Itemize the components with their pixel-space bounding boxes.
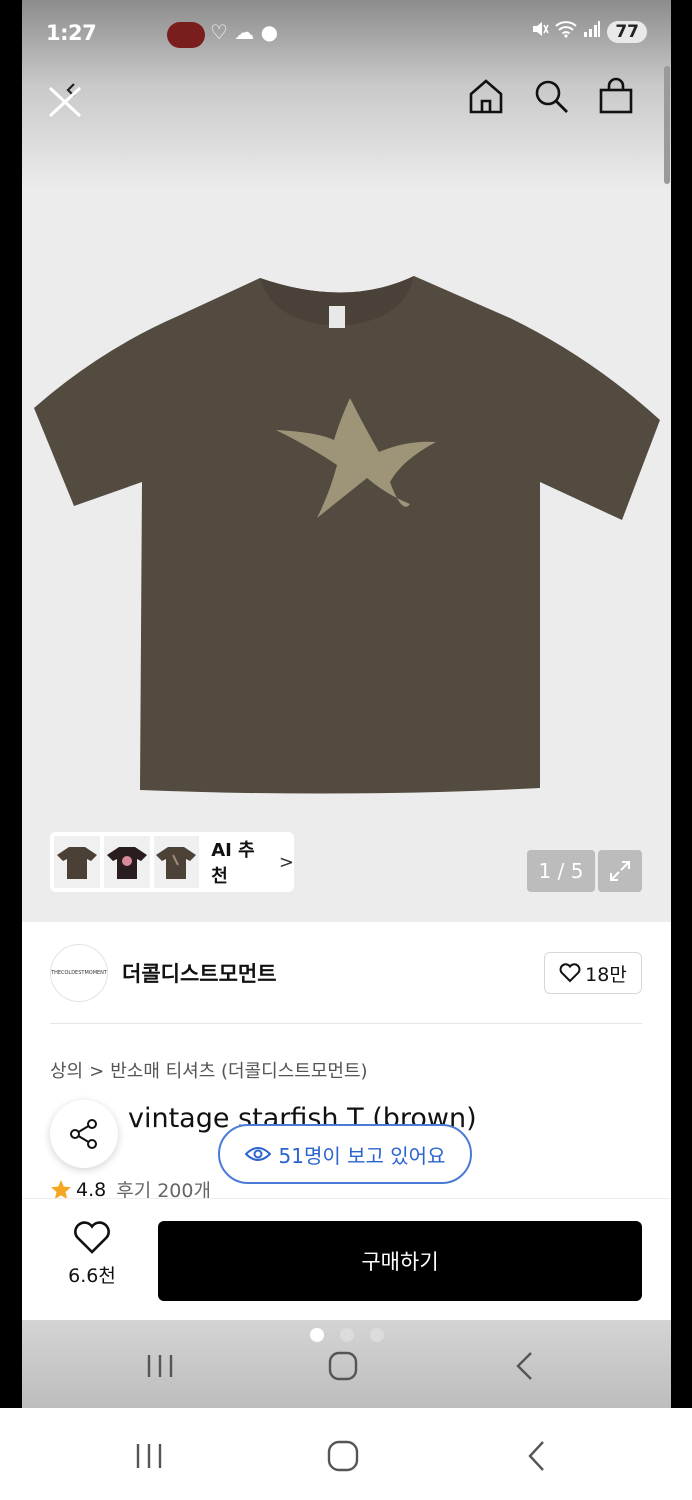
follow-count: 18만 — [585, 963, 627, 986]
cart-button[interactable] — [594, 74, 638, 118]
chevron-right-icon: > — [278, 851, 295, 873]
brand-name[interactable]: 더콜디스트모먼트 — [122, 958, 277, 988]
like-button[interactable]: 6.6천 — [52, 1221, 132, 1288]
app-screen: 1:27 ♡ ☁ ● 77 AI 추천 > 1 / 5 THECOLDESTMO… — [22, 0, 671, 1408]
expand-button[interactable] — [598, 850, 642, 892]
wifi-icon — [555, 20, 577, 43]
breadcrumb-item[interactable]: 반소매 티셔츠 (더콜디스트모먼트) — [110, 1061, 367, 1082]
inner-navigation-bar — [22, 1320, 671, 1408]
page-indicator — [22, 1328, 671, 1342]
battery-badge: 77 — [607, 20, 647, 43]
page-dot — [309, 1328, 324, 1342]
viewers-text: 51명이 보고 있어요 — [278, 1143, 446, 1168]
home-nav-button[interactable] — [318, 1348, 368, 1384]
like-count: 6.6천 — [68, 1265, 116, 1287]
back-nav-button[interactable] — [500, 1348, 550, 1384]
recommend-thumb-3[interactable] — [153, 836, 200, 888]
breadcrumb-separator: > — [89, 1061, 105, 1082]
system-navigation-bar — [0, 1408, 692, 1500]
heart-icon — [559, 963, 581, 983]
ai-recommend-strip[interactable]: AI 추천 > — [50, 832, 294, 892]
mute-icon — [531, 20, 550, 43]
eye-icon — [244, 1147, 271, 1161]
bag-icon — [599, 77, 633, 114]
status-right: 77 — [531, 20, 647, 43]
recommend-thumb-2[interactable] — [103, 836, 150, 888]
buy-button[interactable]: 구매하기 — [158, 1221, 642, 1301]
breadcrumb-item[interactable]: 상의 — [50, 1061, 83, 1082]
home-button[interactable] — [464, 74, 508, 118]
home-circle-icon — [327, 1440, 359, 1472]
recommend-thumb-1[interactable] — [54, 836, 100, 888]
search-icon — [535, 80, 568, 113]
scrollbar[interactable] — [664, 66, 670, 184]
recent-apps-button[interactable] — [135, 1348, 185, 1384]
home-nav-button[interactable] — [318, 1436, 368, 1476]
purchase-bar: 6.6천 구매하기 — [22, 1198, 671, 1311]
back-nav-button[interactable] — [512, 1436, 562, 1476]
divider — [50, 1023, 642, 1024]
recording-pill — [167, 22, 205, 48]
home-circle-icon — [328, 1351, 358, 1381]
notification-icons: ♡ ☁ ● — [210, 20, 279, 44]
close-icon — [48, 83, 82, 118]
product-image-area[interactable]: 1:27 ♡ ☁ ● 77 AI 추천 > 1 / 5 — [22, 0, 671, 922]
brand-follow-button[interactable]: 18만 — [544, 952, 642, 994]
product-tshirt-image — [34, 276, 660, 794]
ai-recommend-label: AI 추천 — [211, 840, 255, 887]
share-button[interactable] — [50, 1100, 118, 1168]
breadcrumb: 상의 > 반소매 티셔츠 (더콜디스트모먼트) — [50, 1057, 368, 1083]
page-dot — [369, 1328, 384, 1342]
back-icon — [528, 1441, 544, 1471]
image-counter: 1 / 5 — [527, 850, 595, 892]
heart-icon — [74, 1221, 110, 1254]
page-dot — [339, 1328, 354, 1342]
home-icon — [469, 79, 503, 114]
back-icon — [516, 1352, 532, 1380]
brand-row: THECOLDESTMOMENT 더콜디스트모먼트 18만 — [50, 944, 642, 1002]
search-button[interactable] — [529, 74, 573, 118]
viewers-badge: 51명이 보고 있어요 — [218, 1124, 472, 1184]
signal-icon — [583, 20, 601, 43]
recent-apps-icon — [136, 1444, 162, 1468]
status-time: 1:27 — [46, 21, 97, 45]
recent-apps-icon — [147, 1355, 173, 1377]
recent-apps-button[interactable] — [124, 1436, 174, 1476]
brand-logo[interactable]: THECOLDESTMOMENT — [50, 944, 108, 1002]
share-icon — [70, 1119, 97, 1149]
status-bar: 1:27 ♡ ☁ ● 77 — [22, 18, 671, 52]
expand-icon — [610, 861, 630, 881]
close-button[interactable] — [44, 74, 88, 118]
top-nav — [22, 74, 671, 122]
